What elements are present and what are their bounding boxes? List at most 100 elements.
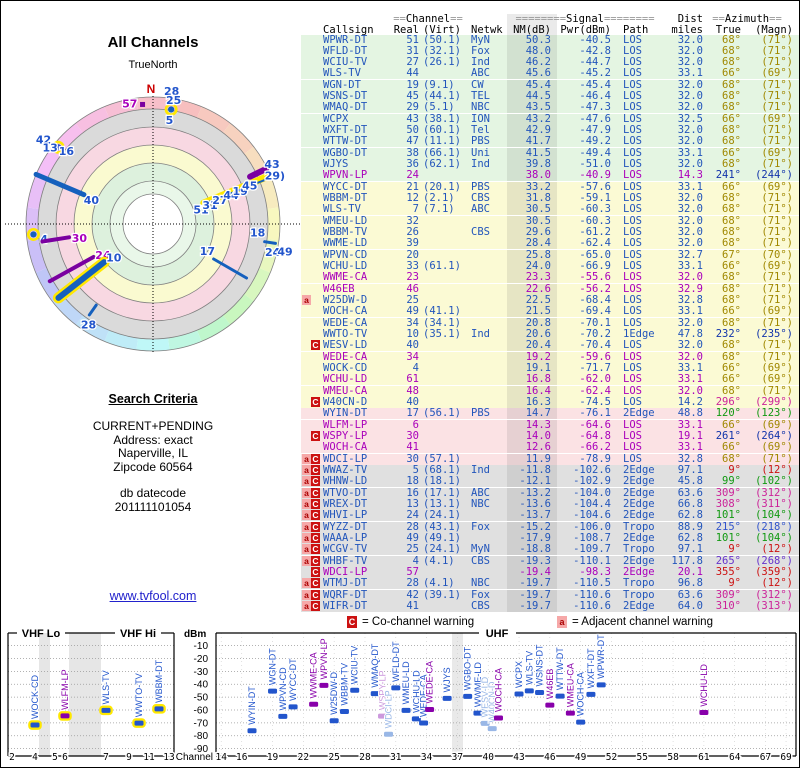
nm-db-cell: -13.7 [519,509,551,522]
magnetic-azimuth-cell: (71°) [761,124,793,137]
real-channel-cell: 18 [406,475,419,488]
power-dbm-cell: -104.6 [573,509,611,522]
callsign-cell: WREX-DT [323,498,368,511]
adjacent-channel-warning-icon: a [302,578,311,589]
virtual-channel-cell: (62.1) [423,158,461,171]
true-azimuth-cell: 66° [722,441,741,454]
network-cell [471,170,505,181]
magnetic-azimuth-cell: (69°) [761,305,793,318]
station-marker [555,693,565,699]
station-label: WOCK-CD [30,675,40,719]
true-azimuth-cell: 66° [722,373,741,386]
virtual-channel-cell [423,420,469,431]
distance-cell: 97.1 [677,543,703,556]
network-cell [471,295,505,306]
channel-tick-label: 64 [729,752,741,763]
nm-db-cell: 45.6 [525,67,551,80]
channel-tick-label: 40 [482,752,494,763]
channel-tick-label: 34 [421,752,433,763]
distance-cell: 66.8 [677,498,703,511]
magnetic-azimuth-cell: (311°) [755,498,793,511]
station-marker [576,719,586,725]
real-channel-cell: 51 [406,33,419,46]
station-marker [350,687,360,693]
adjacent-channel-warning-icon: a [302,476,311,487]
db-datecode-label: db datecode [119,486,187,500]
network-cell [471,238,505,249]
callsign-cell: WWME-CA [323,271,368,284]
virtual-channel-cell [423,284,469,295]
north-n-marker: N [146,82,156,96]
path-cell: LOS [623,124,642,137]
magnetic-azimuth-cell: (12°) [761,577,793,590]
station-label: WCPX [514,661,524,688]
station-marker [514,691,524,697]
true-azimuth-cell: 9° [728,543,741,556]
path-cell: LOS [623,214,642,227]
distance-cell: 33.1 [677,441,703,454]
radar-channel-label: 5 [166,114,174,127]
distance-cell: 96.8 [677,577,703,590]
network-cell: Tel [471,124,490,137]
search-address: Address: exact [113,432,193,447]
station-label: WLFM-LP [60,669,70,710]
radar-channel-label: 40 [84,194,100,207]
magnetic-azimuth-cell: (71°) [761,135,793,148]
virtual-channel-cell: (7.1) [423,203,455,216]
tvfool-report: 5728255421316404302410281718244951312744… [0,0,800,768]
true-azimuth-cell: 308° [715,498,741,511]
real-channel-cell: 32 [406,214,419,227]
virtual-channel-cell: (24.1) [423,543,461,556]
path-cell: Tropo [623,543,655,556]
station-label: W25DW-D [329,671,339,714]
dbm-tick-label: -20 [194,654,209,665]
table-row: a C WCGV-TV 25 (24.1) MyN -18.8 -109.7 Tropo 97.1… [301,543,799,556]
nm-db-cell: -12.1 [519,475,551,488]
true-azimuth-cell: 68° [722,271,741,284]
adjacent-channel-warning-icon: a [302,465,311,476]
table-row: a C WREX-DT 13 (13.1) NBC -13.6 -104.4 2Edge 66.8… [301,498,799,511]
callsign-cell: WPVN-LP [323,169,368,182]
distance-cell: 33.1 [677,67,703,80]
co-channel-warning-icon: C [311,476,320,487]
station-spoke [263,240,277,245]
true-azimuth-cell: 9° [728,577,741,590]
virtual-channel-cell: (39.1) [423,588,461,601]
network-cell [471,352,505,363]
station-marker [319,682,329,688]
co-channel-warning-icon: C [311,555,320,566]
co-channel-warning-icon: C [311,340,320,351]
co-channel-warning-icon: C [311,465,320,476]
station-label: WPVN-LP [319,638,329,679]
true-azimuth-cell: 68° [722,237,741,250]
network-cell: CBS [471,226,490,239]
db-datecode-value: 201111101054 [114,499,192,514]
path-cell: LOS [623,135,642,148]
network-cell: Ind [471,158,490,171]
nm-db-cell: 38.0 [525,169,551,182]
channel-tick-label: 43 [513,752,524,763]
station-label: WPVN-CD [278,667,288,710]
channel-tick-label: 61 [698,752,710,763]
station-label: W46EB [545,669,555,700]
station-label: WGN-DT [268,648,278,685]
table-row: WPVN-LP 24 38.0 -40.9 LOS 14.3 241° (244°) [301,169,799,182]
station-marker [384,731,394,737]
virtual-channel-cell: (26.1) [423,56,461,69]
network-cell [471,420,505,431]
channel-tick-label: 13 [163,752,174,763]
distance-cell: 32.0 [677,124,703,137]
network-cell: CBS [471,554,490,567]
station-label: WLS-TV [524,651,534,685]
station-label: WOCH-CA [493,668,503,712]
signal-table: ==Channel== ========Signal======== Dist ==A… [301,14,799,614]
nm-db-cell: 16.8 [525,373,551,386]
station-marker [339,709,349,715]
table-row: WWME-LD 39 28.4 -62.4 LOS 32.0 68° (71°) [301,237,799,250]
tvfool-link[interactable]: www.tvfool.com [110,589,197,603]
table-row: a C WHNW-LD 18 (18.1) -12.1 -102.9 2Edge 45.8 99°… [301,475,799,488]
network-cell [471,386,505,397]
nm-db-cell: -19.7 [519,588,551,601]
network-cell [471,340,505,351]
nm-db-cell: 20.4 [525,339,551,352]
